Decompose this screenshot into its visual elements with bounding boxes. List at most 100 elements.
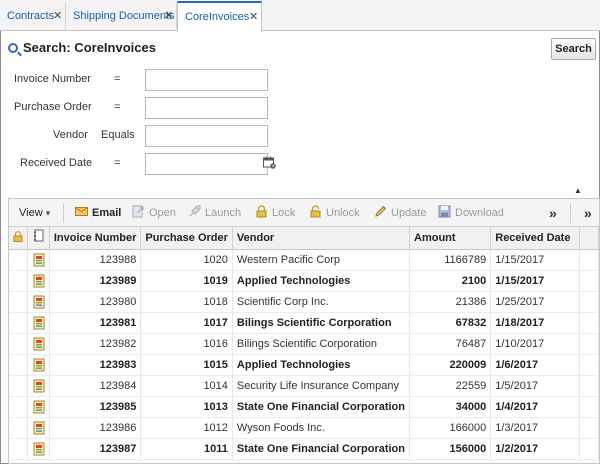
close-icon[interactable]: ✕ [53,2,62,30]
table-row[interactable]: 123982 1016 Bilings Scientific Corporation… [9,333,599,355]
download-button[interactable]: Download [438,199,504,227]
received-date-cell: 1/25/2017 [490,291,581,313]
open-label: Open [149,207,176,219]
filler-cell [579,417,599,439]
table-row[interactable]: 123987 1011 State One Financial Corporatio… [9,438,599,460]
column-header-amount[interactable]: Amount [409,227,492,250]
lock-cell [9,270,29,292]
purchase-order-input[interactable] [145,97,268,119]
update-button[interactable]: Update [374,199,426,227]
toolbar-divider [63,203,64,223]
table-row[interactable]: 123983 1015 Applied Technologies 220009 1/6/… [9,354,599,376]
invoices-table: Invoice Number Purchase Order Vendor Amo… [9,227,599,460]
received-date-input[interactable] [145,153,268,175]
vendor-cell: Applied Technologies [232,354,411,376]
invoice-number-cell: 123982 [49,333,142,355]
tab-label: Contracts [7,10,55,22]
open-icon [132,205,144,218]
row-icon-cell[interactable] [27,438,50,460]
row-icon-cell[interactable] [27,291,50,313]
invoice-number-cell: 123988 [49,249,142,271]
field-operator: Equals [101,129,135,141]
invoice-number-cell: 123986 [49,417,142,439]
lock-label: Lock [272,207,296,219]
close-icon[interactable]: ✕ [164,2,173,30]
chevron-down-icon: ▾ [45,208,51,218]
row-icon-cell[interactable] [27,396,50,418]
toolbar-overflow-icon[interactable]: » [549,199,557,227]
column-header-invoice-number[interactable]: Invoice Number [49,227,142,250]
purchase-order-cell: 1015 [140,354,233,376]
vendor-cell: Security Life Insurance Company [232,375,411,397]
filler-cell [579,291,599,313]
table-row[interactable]: 123980 1018 Scientific Corp Inc. 21386 1/25/… [9,291,599,313]
lock-cell [9,249,29,271]
lock-icon [13,230,23,242]
filler-cell [579,270,599,292]
vendor-input[interactable] [145,125,268,147]
column-header-vendor[interactable]: Vendor [232,227,411,250]
row-icon-cell[interactable] [27,249,50,271]
filler-cell [579,249,599,271]
unlock-button[interactable]: Unlock [309,199,360,227]
view-menu[interactable]: View ▾ [19,199,50,227]
collapse-splitter-icon[interactable]: ▲ [572,187,584,195]
field-operator: = [114,101,121,113]
invoice-number-cell: 123984 [49,375,142,397]
panel-overflow-icon[interactable]: » [584,199,592,227]
vendor-cell: Applied Technologies [232,270,411,292]
email-button[interactable]: Email [75,199,121,227]
invoice-number-cell: 123983 [49,354,142,376]
received-date-cell: 1/2/2017 [490,438,581,460]
purchase-order-cell: 1013 [140,396,233,418]
invoice-number-cell: 123980 [49,291,142,313]
search-button[interactable]: Search [551,38,596,60]
purchase-order-cell: 1020 [140,249,233,271]
unlock-icon [310,205,321,218]
row-icon-cell[interactable] [27,354,50,376]
table-row[interactable]: 123986 1012 Wyson Foods Inc. 166000 1/3/2017 [9,417,599,439]
purchase-order-cell: 1011 [140,438,233,460]
field-label-vendor: Vendor [53,129,88,141]
row-icon-cell[interactable] [27,375,50,397]
tab-shipping-documents[interactable]: Shipping Documents ✕ [66,2,177,31]
field-label-received-date: Received Date [20,157,93,169]
received-date-cell: 1/5/2017 [490,375,581,397]
invoice-number-cell: 123987 [49,438,142,460]
invoice-number-input[interactable] [145,69,268,91]
invoice-document-icon [33,253,45,266]
table-row[interactable]: 123981 1017 Bilings Scientific Corporation… [9,312,599,334]
document-column-header[interactable] [27,227,50,250]
open-button[interactable]: Open [132,199,176,227]
invoice-number-cell: 123985 [49,396,142,418]
row-icon-cell[interactable] [27,312,50,334]
table-row[interactable]: 123984 1014 Security Life Insurance Compan… [9,375,599,397]
field-label-purchase-order: Purchase Order [14,101,92,113]
calendar-icon[interactable] [263,156,276,169]
close-icon[interactable]: ✕ [249,3,258,31]
row-icon-cell[interactable] [27,270,50,292]
purchase-order-cell: 1012 [140,417,233,439]
table-row[interactable]: 123988 1020 Western Pacific Corp 1166789 1/1… [9,249,599,271]
email-label: Email [92,207,122,219]
tab-coreinvoices[interactable]: CoreInvoices ✕ [177,1,262,32]
lock-column-header[interactable] [9,227,29,250]
invoice-document-icon [33,358,45,371]
field-operator: = [114,157,121,169]
tab-label: Shipping Documents [73,10,175,22]
toolbar-divider [570,203,571,223]
document-icon [33,229,44,242]
invoice-document-icon [33,337,45,350]
row-icon-cell[interactable] [27,333,50,355]
results-panel: View ▾ Email Open Launch Lock Unlock Upd… [8,198,600,464]
amount-cell: 2100 [409,270,492,292]
tab-bar: Contracts ✕ Shipping Documents ✕ CoreInv… [0,0,600,32]
launch-button[interactable]: Launch [188,199,241,227]
column-header-received-date[interactable]: Received Date [490,227,581,250]
table-row[interactable]: 123985 1013 State One Financial Corporatio… [9,396,599,418]
row-icon-cell[interactable] [27,417,50,439]
lock-button[interactable]: Lock [255,199,295,227]
tab-contracts[interactable]: Contracts ✕ [0,2,66,31]
column-header-purchase-order[interactable]: Purchase Order [140,227,233,250]
table-row[interactable]: 123989 1019 Applied Technologies 2100 1/15/2… [9,270,599,292]
